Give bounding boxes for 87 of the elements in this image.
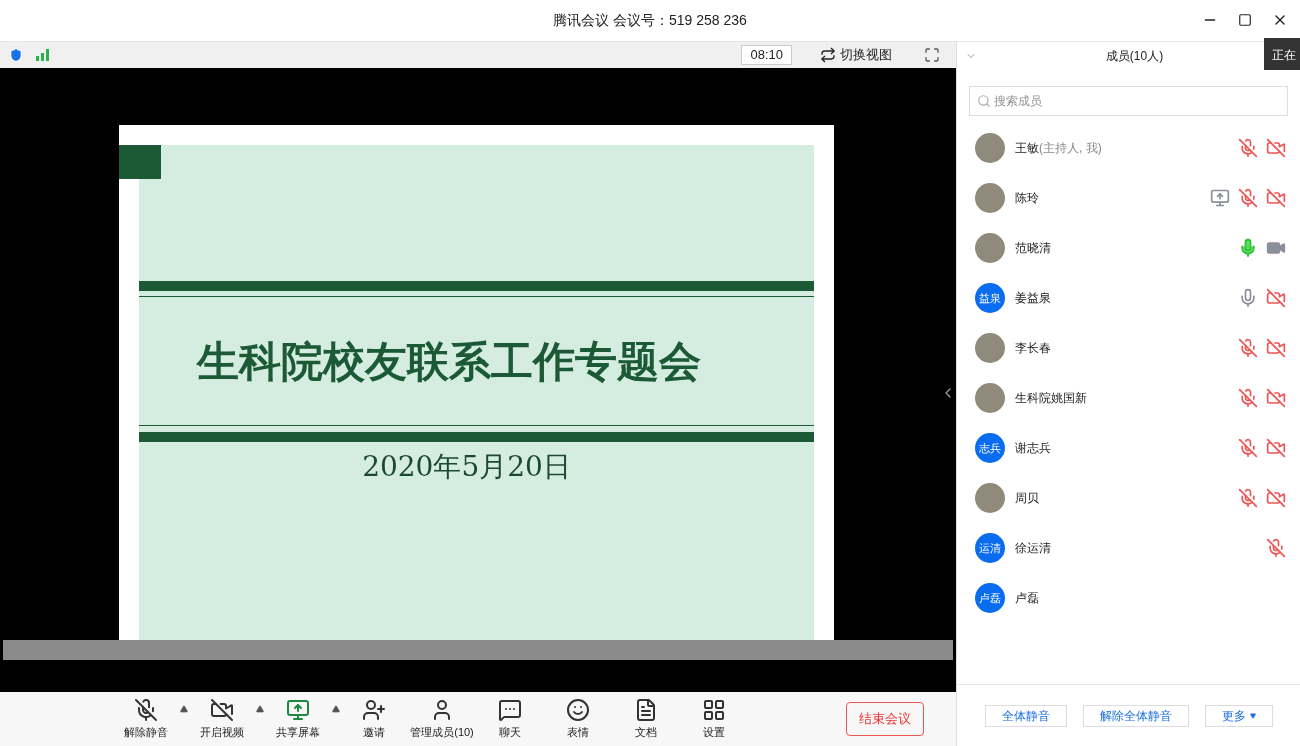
mic-active-icon[interactable] [1238,238,1258,258]
shield-icon[interactable] [8,47,24,63]
member-name: 谢志兵 [1015,441,1051,455]
screen-share-icon [286,697,310,722]
maximize-icon[interactable] [1238,13,1252,27]
member-name: 陈玲 [1015,191,1039,205]
member-name: 姜益泉 [1015,291,1051,305]
search-icon [977,94,991,108]
mic-muted-icon[interactable] [1238,438,1258,458]
toolbar-button[interactable]: 邀请 [345,697,403,741]
mic-muted-icon [134,697,158,722]
camera-off-icon[interactable] [1266,338,1286,358]
mic-muted-icon[interactable] [1238,138,1258,158]
avatar-photo [975,483,1005,513]
member-name: 王敏 [1015,141,1039,155]
member-name: 生科院姚国新 [1015,391,1087,405]
mic-muted-icon[interactable] [1266,538,1286,558]
slide-title: 生科院校友联系工作专题会 [197,335,701,388]
member-row[interactable]: 运清 徐运清 [957,523,1300,573]
member-row[interactable]: 益泉 姜益泉 [957,273,1300,323]
panel-title: 成员(10人) [1105,48,1164,65]
avatar-photo [975,233,1005,263]
avatar: 运清 [975,533,1005,563]
toolbar-button[interactable]: 表情 [549,697,607,741]
avatar: 益泉 [975,283,1005,313]
caret-icon[interactable] [256,705,264,713]
mic-icon[interactable] [1238,288,1258,308]
member-name: 周贝 [1015,491,1039,505]
avatar-photo [975,183,1005,213]
scroll-bar[interactable] [3,640,953,660]
mic-muted-icon[interactable] [1238,488,1258,508]
avatar: 志兵 [975,433,1005,463]
slide-date: 2020年5月20日 [362,450,571,483]
tooltip: 正在 [1264,38,1300,70]
switch-view-button[interactable]: 切换视图 [816,45,896,65]
slide-decoration [119,145,161,179]
toolbar-button[interactable]: 设置 [685,697,743,741]
camera-off-icon[interactable] [1266,288,1286,308]
mic-muted-icon[interactable] [1238,188,1258,208]
member-name: 徐运清 [1015,541,1051,555]
search-field[interactable]: 搜索成员 [969,86,1288,116]
mic-muted-icon[interactable] [1238,338,1258,358]
chat-icon [498,697,522,722]
camera-off-icon[interactable] [1266,488,1286,508]
caret-icon [1249,712,1256,719]
camera-off-icon[interactable] [1266,188,1286,208]
switch-icon [820,47,836,63]
avatar-photo [975,133,1005,163]
member-name: 范晓清 [1015,241,1051,255]
window-title: 腾讯会议 会议号：519 258 236 [553,12,747,28]
panel-action-button[interactable]: 更多 [1204,704,1273,727]
panel-action-button[interactable]: 全体静音 [984,704,1067,727]
grid-icon [702,697,726,722]
panel-action-button[interactable]: 解除全体静音 [1082,704,1189,727]
signal-icon [36,49,50,61]
member-row[interactable]: 李长春 [957,323,1300,373]
toolbar-button[interactable]: 文档 [617,697,675,741]
avatar-photo [975,333,1005,363]
caret-icon[interactable] [332,705,340,713]
meeting-timer: 08:10 [741,45,792,65]
toolbar-button[interactable]: 开启视频 [193,697,251,741]
caret-icon[interactable] [180,705,188,713]
camera-off-icon[interactable] [1266,388,1286,408]
member-row[interactable]: 周贝 [957,473,1300,523]
member-name: 李长春 [1015,341,1051,355]
document-icon [634,697,658,722]
add-user-icon [362,697,386,722]
toolbar-button[interactable]: 解除静音 [117,697,175,741]
fullscreen-icon[interactable] [924,47,940,63]
smiley-icon [566,697,590,722]
member-name: 卢磊 [1015,591,1039,605]
camera-off-icon [210,697,234,722]
toolbar-button[interactable]: 共享屏幕 [269,697,327,741]
mic-muted-icon[interactable] [1238,388,1258,408]
member-row[interactable]: 志兵 谢志兵 [957,423,1300,473]
member-row[interactable]: 生科院姚国新 [957,373,1300,423]
member-row[interactable]: 陈玲 [957,173,1300,223]
camera-off-icon[interactable] [1266,138,1286,158]
member-row[interactable]: 王敏(主持人, 我) [957,123,1300,173]
member-row[interactable]: 范晓清 [957,223,1300,273]
member-role: (主持人, 我) [1039,141,1102,155]
toolbar-button[interactable]: 聊天 [481,697,539,741]
camera-off-icon[interactable] [1266,438,1286,458]
member-row[interactable]: 卢磊 卢磊 [957,573,1300,623]
avatar-photo [975,383,1005,413]
avatar: 卢磊 [975,583,1005,613]
end-meeting-button[interactable]: 结束会议 [846,702,924,736]
